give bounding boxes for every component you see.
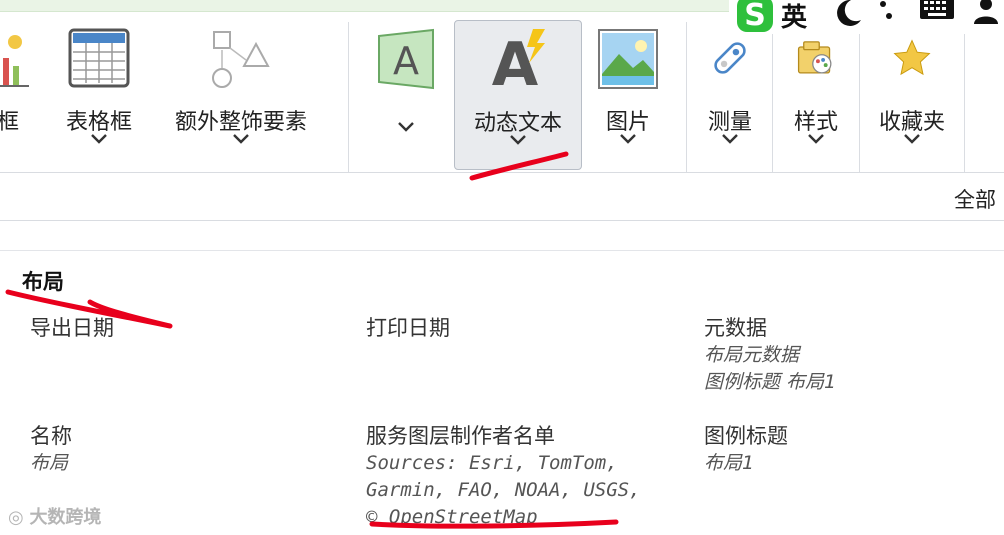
ribbon-separator	[686, 22, 687, 172]
item-value: 布局元数据	[704, 344, 800, 366]
item-title: 名称	[30, 424, 72, 448]
dynamic-text-icon: A	[492, 29, 545, 91]
table-frame-button[interactable]: 表格框	[56, 20, 142, 170]
metadata-item[interactable]: 元数据 布局元数据 图例标题 布局1	[704, 314, 994, 396]
watermark: ◎ 大数跨境	[8, 507, 102, 528]
item-value: Sources: Esri, TomTom,	[366, 452, 618, 474]
item-title: 打印日期	[366, 316, 450, 340]
item-value: Garmin, FAO, NOAA, USGS,	[366, 479, 641, 501]
item-value: 布局	[30, 452, 69, 474]
section-title: 布局	[22, 270, 64, 294]
style-button[interactable]: 样式	[780, 20, 852, 170]
picture-icon	[598, 29, 658, 89]
service-layer-credits-item[interactable]: 服务图层制作者名单 Sources: Esri, TomTom, Garmin,…	[366, 422, 686, 531]
star-icon	[893, 39, 931, 76]
chevron-down-icon	[233, 134, 249, 144]
item-title: 导出日期	[30, 316, 114, 340]
picture-button[interactable]: 图片	[594, 20, 662, 170]
moon-icon[interactable]	[833, 0, 863, 28]
chevron-down-icon	[904, 134, 920, 144]
punctuation-icon[interactable]	[877, 0, 899, 28]
chevron-down-icon	[398, 122, 414, 132]
ime-logo-icon[interactable]: S	[735, 0, 775, 34]
divider	[0, 250, 1004, 251]
chevron-down-icon	[620, 134, 636, 144]
export-date-item[interactable]: 导出日期	[30, 314, 350, 342]
ribbon-separator	[772, 22, 773, 172]
favorites-button[interactable]: 收藏夹	[866, 20, 958, 170]
ribbon-separator	[859, 22, 860, 172]
divider	[0, 220, 1004, 221]
print-date-item[interactable]: 打印日期	[366, 314, 686, 342]
table-frame-icon	[68, 28, 130, 88]
frame-label: 框	[0, 110, 19, 135]
item-value: 布局1	[704, 452, 755, 474]
name-item[interactable]: 名称 布局	[30, 422, 350, 477]
item-title: 元数据	[704, 316, 767, 340]
chevron-down-icon	[808, 134, 824, 144]
filter-dropdown[interactable]: 全部	[954, 184, 996, 214]
style-gallery-icon	[797, 41, 832, 74]
ribbon-separator	[964, 22, 965, 172]
chart-frame-icon	[0, 35, 29, 87]
keyboard-icon[interactable]	[919, 0, 955, 24]
text-button[interactable]: A	[368, 20, 444, 170]
chevron-down-icon	[722, 134, 738, 144]
user-icon[interactable]	[971, 0, 1001, 26]
extra-elements-icon	[212, 31, 270, 88]
legend-title-item[interactable]: 图例标题 布局1	[704, 422, 994, 477]
ribbon-divider	[0, 172, 1004, 173]
ime-toolbar: S 英	[729, 0, 1004, 34]
watermark-text: 大数跨境	[29, 507, 102, 528]
ime-language-toggle[interactable]: 英	[781, 0, 807, 34]
chevron-down-icon	[91, 134, 107, 144]
extra-elements-button[interactable]: 额外整饰要素	[166, 20, 316, 170]
ribbon-separator	[348, 22, 349, 172]
text-icon: A	[378, 28, 434, 90]
frame-button[interactable]: 框	[0, 20, 30, 170]
item-value: © OpenStreetMap	[366, 506, 538, 528]
item-value: 图例标题 布局1	[704, 371, 837, 393]
svg-text:S: S	[744, 0, 766, 33]
measure-icon	[714, 42, 746, 74]
svg-text:A: A	[393, 39, 419, 83]
ribbon: 框 表格框 额外整饰要素 A A 动态文本 图片 测量 样式 收藏夹	[0, 12, 1004, 172]
measure-button[interactable]: 测量	[694, 20, 766, 170]
dynamic-text-button[interactable]: A 动态文本	[454, 20, 582, 170]
item-title: 服务图层制作者名单	[366, 424, 555, 448]
item-title: 图例标题	[704, 424, 788, 448]
chevron-down-icon	[510, 135, 526, 145]
